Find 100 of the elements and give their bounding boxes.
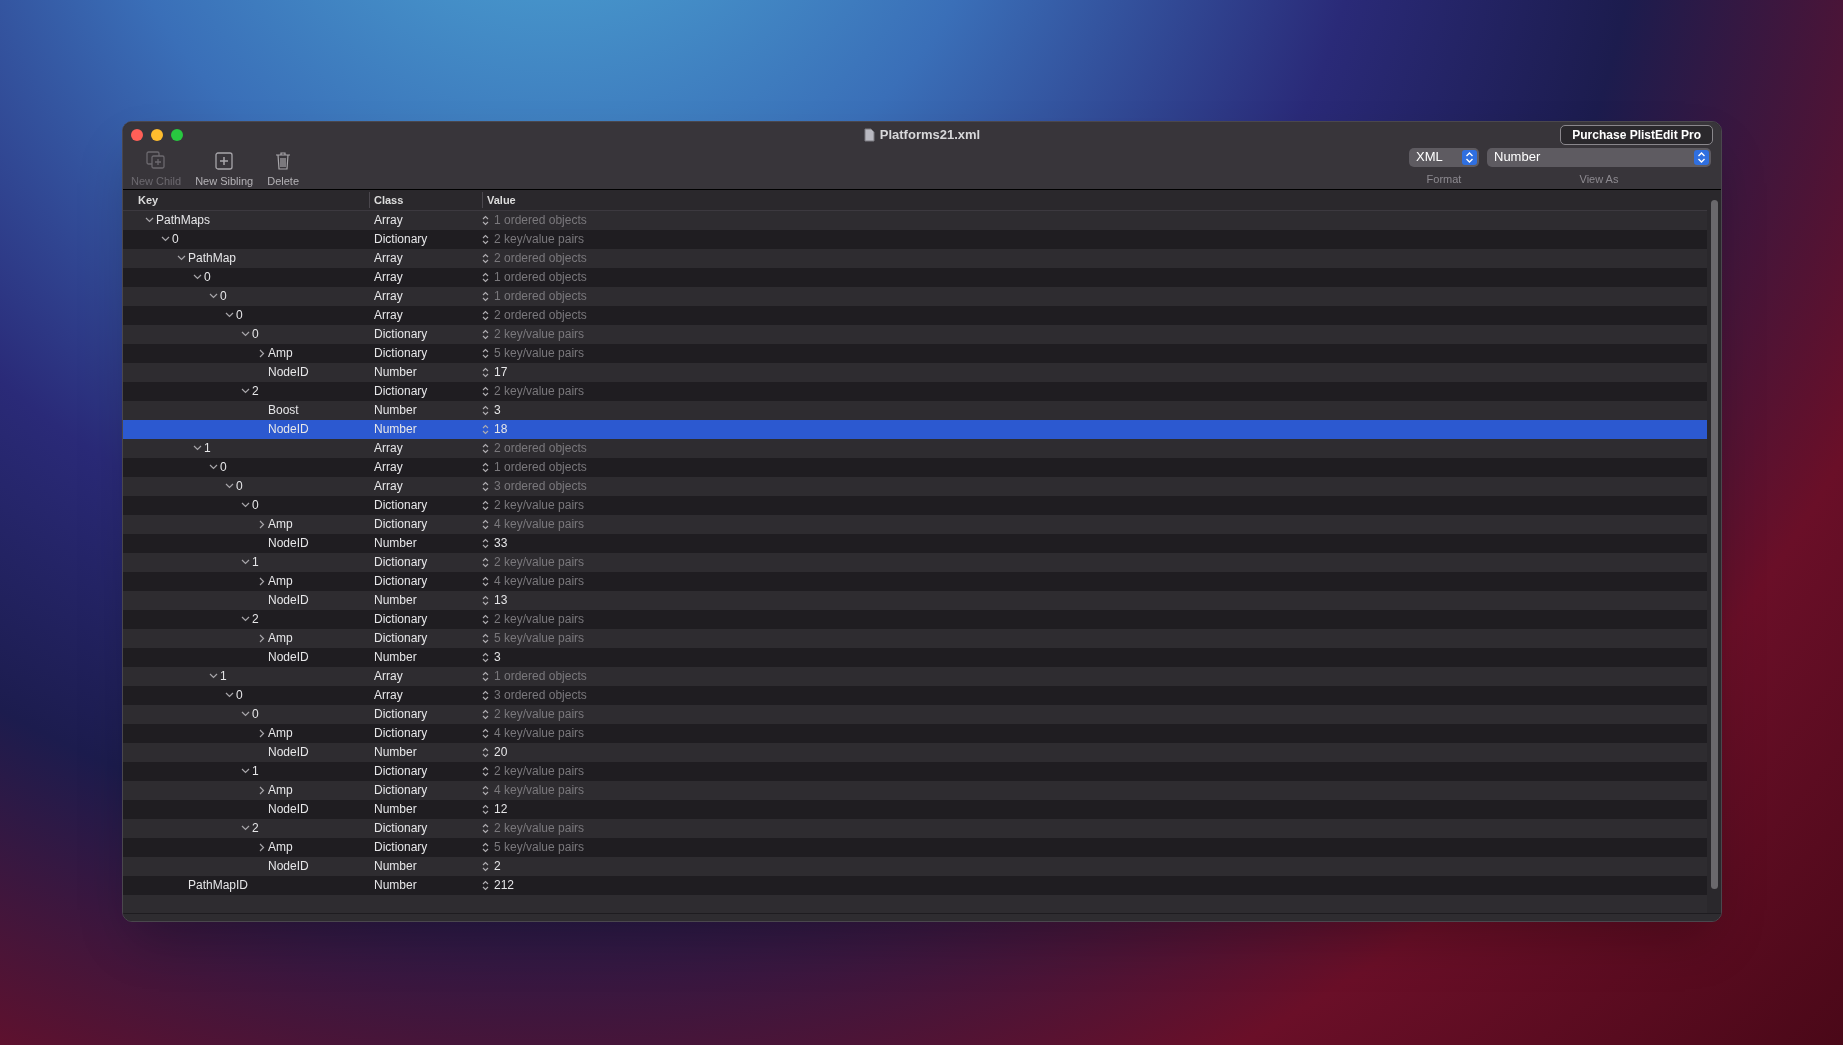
stepper-arrows-icon[interactable] — [482, 841, 489, 853]
stepper-arrows-icon[interactable] — [482, 746, 489, 758]
column-header[interactable]: Value — [487, 193, 516, 206]
class-text: Array — [374, 289, 403, 304]
key-text: NodeID — [268, 858, 309, 876]
stepper-arrows-icon[interactable] — [482, 271, 489, 283]
class-text: Array — [374, 688, 403, 703]
chevron-down-icon[interactable] — [225, 312, 234, 319]
chevron-right-icon[interactable] — [258, 519, 265, 529]
chevron-down-icon[interactable] — [209, 293, 218, 300]
stepper-arrows-icon[interactable] — [482, 518, 489, 530]
stepper-arrows-icon[interactable] — [482, 461, 489, 473]
key-text: PathMaps — [156, 212, 211, 230]
stepper-arrows-icon[interactable] — [482, 290, 489, 302]
chevron-down-icon[interactable] — [241, 825, 250, 832]
chevron-right-icon[interactable] — [258, 576, 265, 586]
chevron-down-icon[interactable] — [241, 388, 250, 395]
class-text: Array — [374, 460, 403, 475]
minimize-button[interactable] — [151, 128, 163, 141]
stepper-arrows-icon[interactable] — [482, 499, 489, 511]
stepper-arrows-icon[interactable] — [482, 575, 489, 587]
trash-icon — [275, 150, 292, 170]
key-text: Amp — [268, 839, 293, 857]
summary-text: 1 ordered objects — [494, 668, 587, 686]
square-plus-icon — [215, 151, 234, 170]
summary-text: 2 key/value pairs — [494, 611, 585, 629]
stepper-arrows-icon[interactable] — [482, 632, 489, 644]
chevron-down-icon[interactable] — [161, 236, 170, 243]
stepper-arrows-icon[interactable] — [482, 214, 489, 226]
stepper-arrows-icon[interactable] — [482, 822, 489, 834]
stepper-arrows-icon[interactable] — [482, 613, 489, 625]
stepper-arrows-icon[interactable] — [482, 784, 489, 796]
stepper-arrows-icon[interactable] — [482, 879, 489, 891]
chevron-right-icon[interactable] — [258, 633, 265, 643]
stepper-arrows-icon[interactable] — [482, 366, 489, 378]
chevron-down-icon[interactable] — [241, 331, 250, 338]
chevron-down-icon[interactable] — [241, 768, 250, 775]
stepper-arrows-icon[interactable] — [482, 803, 489, 815]
column-header[interactable]: Class — [374, 193, 404, 206]
chevron-down-icon[interactable] — [241, 616, 250, 623]
view-as-popup[interactable]: Number — [1487, 147, 1711, 167]
stepper-arrows-icon[interactable] — [482, 347, 489, 359]
stepper-arrows-icon[interactable] — [482, 765, 489, 777]
stepper-arrows-icon[interactable] — [482, 328, 489, 340]
chevron-down-icon[interactable] — [225, 483, 234, 490]
key-text: 0 — [172, 231, 179, 249]
key-text: NodeID — [268, 592, 309, 610]
key-text: 0 — [252, 706, 259, 724]
stepper-arrows-icon[interactable] — [482, 708, 489, 720]
stepper-arrows-icon[interactable] — [482, 670, 489, 682]
summary-text: 2 key/value pairs — [494, 231, 585, 249]
key-text: 2 — [252, 820, 259, 838]
chevron-right-icon[interactable] — [258, 842, 265, 852]
stepper-arrows-icon[interactable] — [482, 480, 489, 492]
close-button[interactable] — [131, 128, 143, 141]
chevron-right-icon[interactable] — [258, 348, 265, 358]
summary-text: 3 ordered objects — [494, 478, 587, 496]
key-text: Boost — [268, 402, 299, 420]
class-text: Dictionary — [374, 555, 428, 570]
chevron-down-icon[interactable] — [241, 559, 250, 566]
stepper-arrows-icon[interactable] — [482, 727, 489, 739]
toolbar-button[interactable]: New Sibling — [193, 150, 256, 189]
scrollbar-thumb[interactable] — [1710, 200, 1718, 889]
chevron-down-icon[interactable] — [177, 255, 186, 262]
stepper-arrows-icon[interactable] — [482, 404, 489, 416]
toolbar-button[interactable]: Delete — [265, 150, 302, 189]
stepper-arrows-icon[interactable] — [482, 385, 489, 397]
stepper-arrows-icon[interactable] — [482, 651, 489, 663]
chevron-down-icon[interactable] — [145, 217, 154, 224]
value-text: 17 — [494, 364, 508, 382]
class-text: Number — [374, 593, 417, 608]
chevron-down-icon[interactable] — [209, 464, 218, 471]
stepper-arrows-icon[interactable] — [482, 594, 489, 606]
chevron-down-icon[interactable] — [193, 274, 202, 281]
summary-text: 3 ordered objects — [494, 687, 587, 705]
chevron-right-icon[interactable] — [258, 728, 265, 738]
class-text: Array — [374, 308, 403, 323]
chevron-down-icon[interactable] — [193, 445, 202, 452]
chevron-down-icon[interactable] — [241, 711, 250, 718]
stepper-arrows-icon[interactable] — [482, 860, 489, 872]
stepper-arrows-icon[interactable] — [482, 309, 489, 321]
stepper-arrows-icon[interactable] — [482, 689, 489, 701]
format-popup[interactable]: XML — [1409, 147, 1479, 167]
stepper-arrows-icon[interactable] — [482, 556, 489, 568]
zoom-button[interactable] — [171, 128, 183, 141]
popup-arrows-icon — [1694, 149, 1709, 165]
key-text: Amp — [268, 725, 293, 743]
chevron-right-icon[interactable] — [258, 785, 265, 795]
stepper-arrows-icon[interactable] — [482, 233, 489, 245]
stepper-arrows-icon[interactable] — [482, 442, 489, 454]
chevron-down-icon[interactable] — [241, 502, 250, 509]
purchase-button[interactable]: Purchase PlistEdit Pro — [1560, 124, 1713, 145]
chevron-down-icon[interactable] — [209, 673, 218, 680]
chevron-down-icon[interactable] — [225, 692, 234, 699]
key-text: NodeID — [268, 421, 309, 439]
class-text: Array — [374, 270, 403, 285]
summary-text: 2 key/value pairs — [494, 383, 585, 401]
stepper-arrows-icon[interactable] — [482, 537, 489, 549]
column-header[interactable]: Key — [138, 193, 159, 206]
stepper-arrows-icon[interactable] — [482, 252, 489, 264]
